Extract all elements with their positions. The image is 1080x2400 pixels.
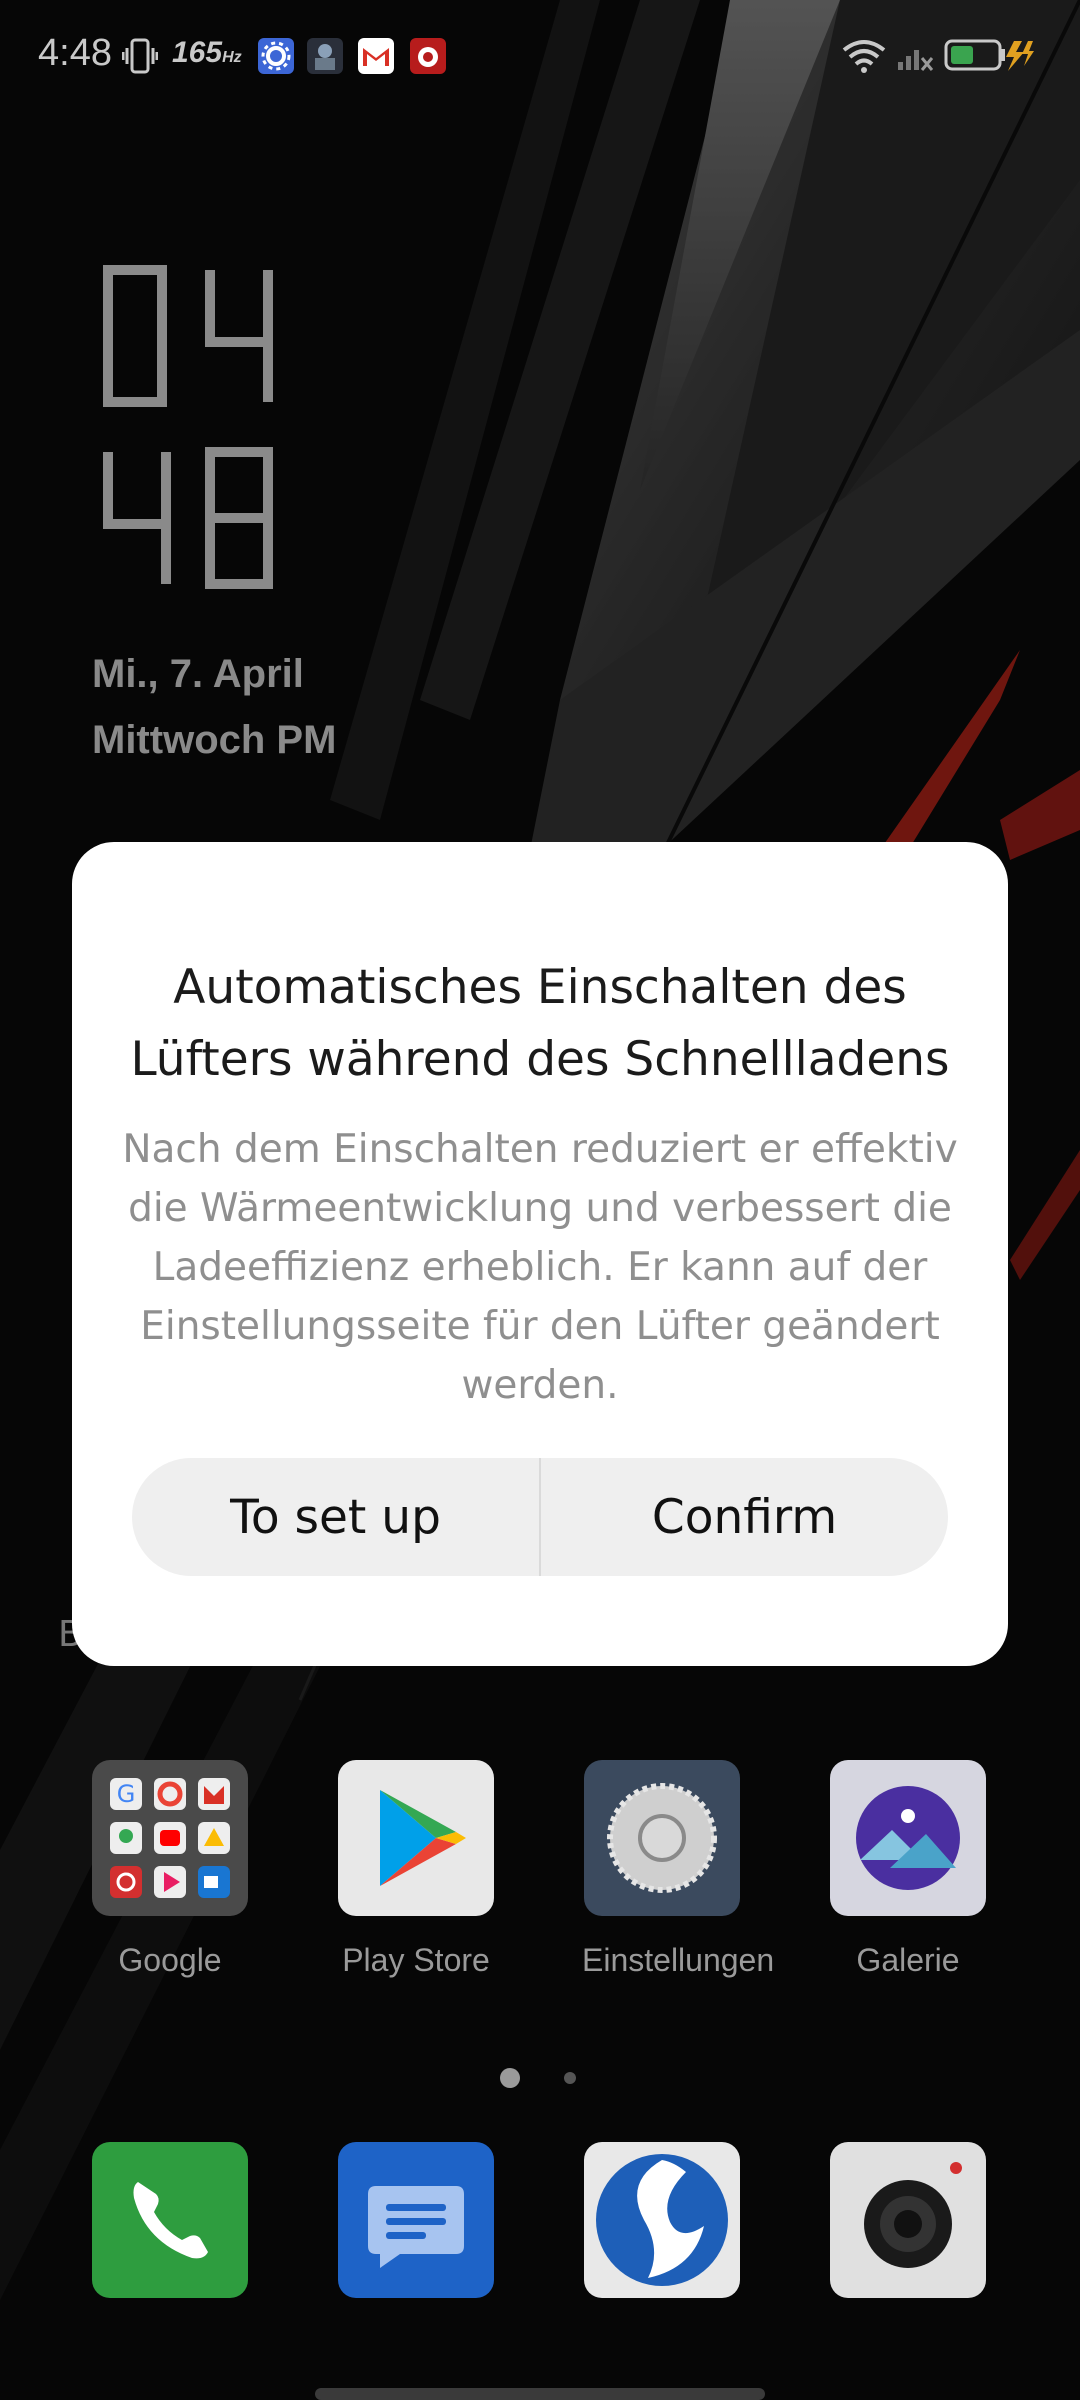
phone-icon[interactable] xyxy=(92,2142,248,2298)
battery-charging-icon xyxy=(944,39,1034,71)
game-app-icon xyxy=(307,38,343,74)
antutu-icon xyxy=(410,38,446,74)
settings-gear-icon xyxy=(584,1760,740,1916)
google-folder-icon: G xyxy=(92,1760,248,1916)
page-dot-active xyxy=(500,2068,520,2088)
status-time: 4:48 xyxy=(38,32,112,74)
camera-icon[interactable] xyxy=(830,2142,986,2298)
gesture-bar[interactable] xyxy=(315,2388,765,2400)
gallery-icon xyxy=(830,1760,986,1916)
page-dot xyxy=(564,2072,576,2084)
dialog-button-bar: To set up Confirm xyxy=(132,1458,948,1576)
browser-icon[interactable] xyxy=(584,2142,740,2298)
settings-app-icon xyxy=(258,38,294,74)
refresh-rate: 165Hz xyxy=(172,36,242,69)
app-label: Galerie xyxy=(856,1942,960,1978)
dialog-title: Automatisches Einschalten des Lüfters wä… xyxy=(130,960,950,1087)
lockscreen-weekday: Mittwoch PM xyxy=(92,718,337,762)
app-google-folder[interactable]: G Google xyxy=(90,1760,250,1979)
app-play-store[interactable]: Play Store xyxy=(336,1760,496,1979)
app-label: Google xyxy=(118,1942,222,1978)
dialog-message: Nach dem Einschalten reduziert er effekt… xyxy=(122,1127,958,1408)
confirm-button[interactable]: Confirm xyxy=(541,1458,948,1576)
gmail-icon xyxy=(358,38,394,74)
fan-dialog: Automatisches Einschalten des Lüfters wä… xyxy=(72,842,1008,1666)
wifi-icon xyxy=(842,40,886,73)
lockscreen-date: Mi., 7. April xyxy=(92,652,304,696)
svg-text:G: G xyxy=(117,1780,136,1808)
setup-button[interactable]: To set up xyxy=(132,1458,539,1576)
status-bar: 4:48 165Hz xyxy=(0,0,1080,110)
app-label: Play Store xyxy=(342,1942,490,1978)
app-settings[interactable]: Einstellungen xyxy=(582,1760,775,1979)
vibrate-icon xyxy=(122,38,158,74)
play-store-icon xyxy=(338,1760,494,1916)
app-label: Einstellungen xyxy=(582,1942,775,1978)
lockscreen-clock: 04 48 xyxy=(103,265,273,589)
signal-off-icon xyxy=(898,50,934,71)
app-gallery[interactable]: Galerie xyxy=(828,1760,988,1979)
messages-icon[interactable] xyxy=(338,2142,494,2298)
